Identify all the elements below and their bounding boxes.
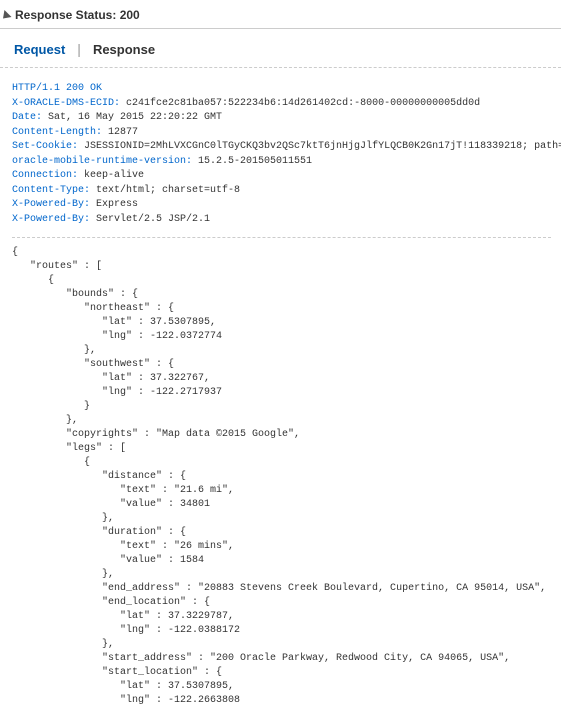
- header-x-powered-by-1: X-Powered-By: Express: [12, 198, 551, 213]
- tab-request[interactable]: Request: [12, 42, 67, 57]
- tabs-bar: Request | Response: [0, 29, 561, 68]
- tab-separator: |: [77, 41, 81, 57]
- status-header: Response Status: 200: [0, 0, 561, 29]
- header-connection: Connection: keep-alive: [12, 169, 551, 184]
- header-runtime-version: oracle-mobile-runtime-version: 15.2.5-20…: [12, 155, 551, 170]
- status-title: Response Status: 200: [15, 8, 140, 22]
- response-body: HTTP/1.1 200 OK X-ORACLE-DMS-ECID: c241f…: [0, 68, 561, 708]
- header-x-powered-by-2: X-Powered-By: Servlet/2.5 JSP/2.1: [12, 213, 551, 228]
- json-response-body: { "routes" : [ { "bounds" : { "northeast…: [12, 246, 551, 708]
- header-content-length: Content-Length: 12877: [12, 126, 551, 141]
- header-content-type: Content-Type: text/html; charset=utf-8: [12, 184, 551, 199]
- header-body-divider: [12, 237, 551, 238]
- header-set-cookie: Set-Cookie: JSESSIONID=2MhLVXCGnC0lTGyCK…: [12, 140, 551, 155]
- header-date: Date: Sat, 16 May 2015 22:20:22 GMT: [12, 111, 551, 126]
- collapse-icon[interactable]: [0, 10, 12, 22]
- header-ecid: X-ORACLE-DMS-ECID: c241fce2c81ba057:5222…: [12, 97, 551, 112]
- http-status-line: HTTP/1.1 200 OK: [12, 82, 551, 97]
- tab-response[interactable]: Response: [91, 42, 157, 57]
